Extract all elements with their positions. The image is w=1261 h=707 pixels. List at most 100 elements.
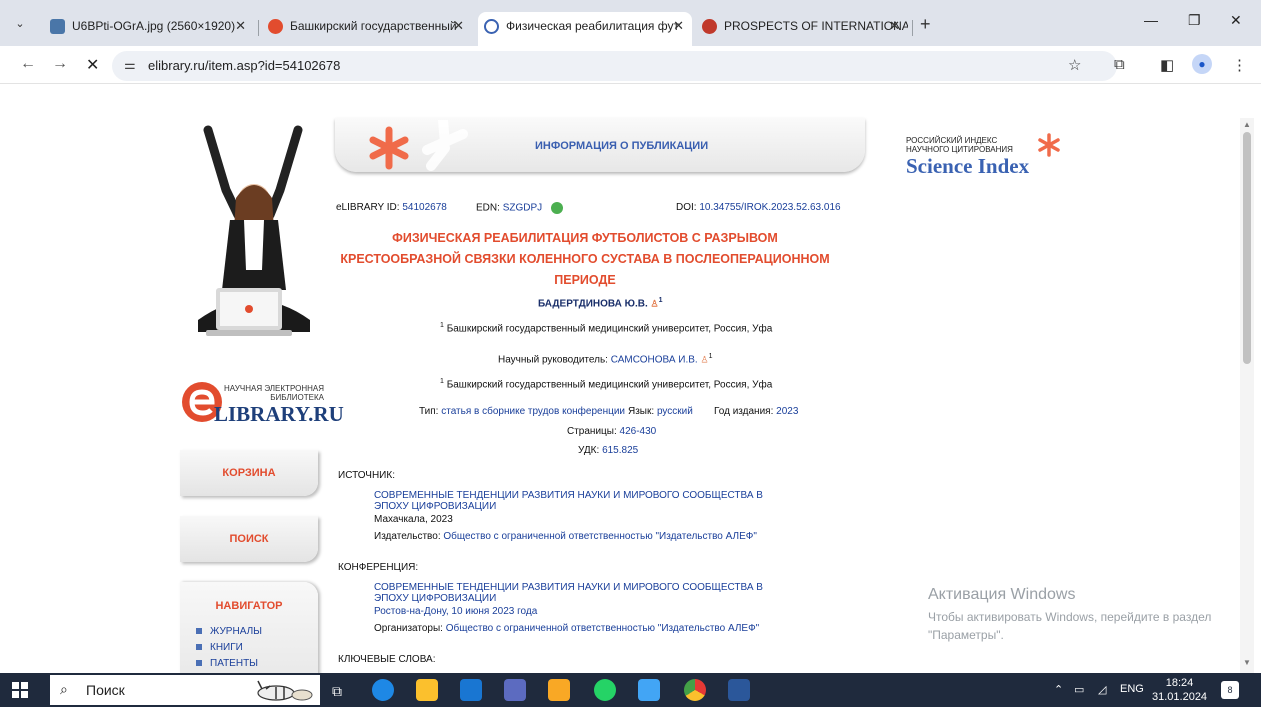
science-index-asterisk-icon xyxy=(1038,133,1060,157)
scroll-up-icon[interactable]: ▲ xyxy=(1243,120,1251,129)
zebra-illustration-icon xyxy=(257,680,313,701)
scroll-down-icon[interactable]: ▼ xyxy=(1243,658,1251,667)
tab-active-publication[interactable]: Физическая реабилитация фут ✕ xyxy=(478,12,692,46)
organizers-label: Организаторы: xyxy=(374,623,443,634)
keyboard-language[interactable]: ENG xyxy=(1120,683,1144,695)
loading-icon xyxy=(484,19,499,34)
scrollbar-thumb[interactable] xyxy=(1243,132,1251,364)
store-icon[interactable] xyxy=(416,679,438,701)
restore-icon[interactable]: ❐ xyxy=(1188,12,1201,29)
elibrary-id-label: eLIBRARY ID: xyxy=(336,202,400,213)
bookmark-star-icon[interactable]: ☆ xyxy=(1068,56,1081,74)
vertical-scrollbar[interactable]: ▲ ▼ xyxy=(1240,118,1254,673)
organizers-link[interactable]: Общество с ограниченной ответственностью… xyxy=(446,623,760,634)
forward-icon[interactable]: → xyxy=(52,55,68,73)
edge-icon[interactable] xyxy=(372,679,394,701)
tab-prospects[interactable]: PROSPECTS OF INTERNATIONA ✕ xyxy=(696,12,908,46)
file-explorer-icon[interactable] xyxy=(548,679,570,701)
notifications-icon[interactable]: 8 xyxy=(1221,681,1239,699)
nav-link-label[interactable]: ПАТЕНТЫ xyxy=(210,658,258,669)
conference-organizers-row: Организаторы: Общество с ограниченной от… xyxy=(374,623,759,634)
logo-subtitle: НАУЧНАЯ ЭЛЕКТРОННАЯ БИБЛИОТЕКА xyxy=(224,384,324,402)
source-title-link[interactable]: СОВРЕМЕННЫЕ ТЕНДЕНЦИИ РАЗВИТИЯ НАУКИ И М… xyxy=(374,490,774,512)
nav-link-label[interactable]: КНИГИ xyxy=(210,642,243,653)
supervisor-link[interactable]: САМСОНОВА И.В. xyxy=(611,354,698,365)
bullet-icon xyxy=(196,644,202,650)
nav-link-journals[interactable]: ЖУРНАЛЫ xyxy=(196,626,262,637)
tab-bgmu[interactable]: Башкирский государственный ✕ xyxy=(262,12,472,46)
windows-activation-text: Чтобы активировать Windows, перейдите в … xyxy=(928,610,1212,642)
windows-start-icon[interactable] xyxy=(12,682,28,698)
pub-year-row: Год издания: 2023 xyxy=(714,406,798,417)
person-icon[interactable]: ♙ xyxy=(700,354,708,364)
lang-value: русский xyxy=(656,406,693,417)
udk-label: УДК: xyxy=(578,445,600,456)
close-icon[interactable]: ✕ xyxy=(673,12,684,40)
clock-date: 31.01.2024 xyxy=(1152,691,1208,703)
app-icon[interactable] xyxy=(638,679,660,701)
search-button[interactable]: ПОИСК xyxy=(180,516,318,562)
url-text[interactable]: elibrary.ru/item.asp?id=54102678 xyxy=(148,58,340,73)
close-icon[interactable]: ✕ xyxy=(235,12,246,40)
clock[interactable]: 18:24 31.01.2024 xyxy=(1152,676,1207,704)
supervisor-affiliation: 1 Башкирский государственный медицинский… xyxy=(440,378,772,390)
close-icon[interactable]: ✕ xyxy=(453,12,464,40)
conference-title-link[interactable]: СОВРЕМЕННЫЕ ТЕНДЕНЦИИ РАЗВИТИЯ НАУКИ И М… xyxy=(374,582,774,604)
navigator-panel: НАВИГАТОР ЖУРНАЛЫ КНИГИ ПАТЕНТЫ xyxy=(180,582,318,673)
taskbar-search-box[interactable]: ⌕ Поиск xyxy=(50,675,320,705)
tab-title: Физическая реабилитация фут xyxy=(506,19,679,33)
minimize-icon[interactable]: — xyxy=(1144,12,1158,28)
source-place: Махачкала, 2023 xyxy=(374,514,453,525)
clock-time: 18:24 xyxy=(1165,677,1194,689)
teams-icon[interactable] xyxy=(504,679,526,701)
wifi-icon[interactable]: ◿ xyxy=(1098,683,1106,696)
back-icon[interactable]: ← xyxy=(20,55,36,73)
conference-label: КОНФЕРЕНЦИЯ: xyxy=(338,562,419,573)
author-row: БАДЕРТДИНОВА Ю.В. ♙1 xyxy=(538,297,662,309)
tray-chevron-icon[interactable]: ⌃ xyxy=(1054,683,1063,696)
edn-value[interactable]: SZGDPJ xyxy=(503,203,542,214)
tab-search-button[interactable]: ⌄ xyxy=(10,14,30,34)
sidepanel-icon[interactable]: ◧ xyxy=(1160,56,1174,74)
author-link[interactable]: БАДЕРТДИНОВА Ю.В. xyxy=(538,298,648,309)
publication-title: ФИЗИЧЕСКАЯ РЕАБИЛИТАЦИЯ ФУТБОЛИСТОВ С РА… xyxy=(340,231,830,287)
logo-title[interactable]: LIBRARY.RU xyxy=(214,402,344,427)
author-affiliation: 1 Башкирский государственный медицинский… xyxy=(440,322,772,334)
science-index-logo[interactable]: Science Index xyxy=(906,154,1029,179)
close-icon[interactable]: ✕ xyxy=(889,12,900,40)
stop-icon[interactable]: ✕ xyxy=(86,55,99,75)
chrome-icon[interactable] xyxy=(684,679,706,701)
qr-code-icon[interactable] xyxy=(550,202,563,214)
navigator-title: НАВИГАТОР xyxy=(215,600,283,612)
elibrary-id-value[interactable]: 54102678 xyxy=(402,202,447,213)
word-icon[interactable] xyxy=(728,679,750,701)
tab-separator xyxy=(912,20,913,36)
extensions-icon[interactable]: ⧉ xyxy=(1114,56,1125,73)
address-bar[interactable]: ⚌ elibrary.ru/item.asp?id=54102678 xyxy=(112,51,1117,81)
affiliation-mark: 1 xyxy=(708,353,713,360)
nav-link-patents[interactable]: ПАТЕНТЫ xyxy=(196,658,258,669)
conference-place: Ростов-на-Дону, 10 июня 2023 года xyxy=(374,606,538,617)
pages-row: Страницы: 426-430 xyxy=(567,426,656,437)
person-icon[interactable]: ♙ xyxy=(651,298,659,308)
type-label: Тип: xyxy=(419,406,439,417)
whatsapp-icon[interactable] xyxy=(594,679,616,701)
tab-image[interactable]: U6BPti-OGrA.jpg (2560×1920) ✕ xyxy=(44,12,254,46)
menu-icon[interactable]: ⋮ xyxy=(1232,56,1247,74)
publication-header: ИНФОРМАЦИЯ О ПУБЛИКАЦИИ xyxy=(335,118,865,172)
affiliation-text: Башкирский государственный медицинский у… xyxy=(446,379,773,391)
site-settings-icon[interactable]: ⚌ xyxy=(124,57,136,73)
window-close-icon[interactable]: ✕ xyxy=(1230,12,1242,29)
cart-button[interactable]: КОРЗИНА xyxy=(180,450,318,496)
task-view-icon[interactable]: ⧉ xyxy=(332,683,342,700)
pub-lang-row: Язык: русский xyxy=(628,406,693,417)
new-tab-button[interactable]: + xyxy=(920,14,931,35)
publisher-link[interactable]: Общество с ограниченной ответственностью… xyxy=(443,531,757,542)
doi-value[interactable]: 10.34755/IROK.2023.52.63.016 xyxy=(699,202,840,213)
nav-link-label[interactable]: ЖУРНАЛЫ xyxy=(210,626,262,637)
mail-icon[interactable] xyxy=(460,679,482,701)
toolbar: ← → ✕ ⚌ elibrary.ru/item.asp?id=54102678… xyxy=(0,46,1261,84)
profile-avatar-icon[interactable]: ● xyxy=(1192,54,1212,74)
network-icon[interactable]: ▭ xyxy=(1074,683,1084,696)
nav-link-books[interactable]: КНИГИ xyxy=(196,642,243,653)
